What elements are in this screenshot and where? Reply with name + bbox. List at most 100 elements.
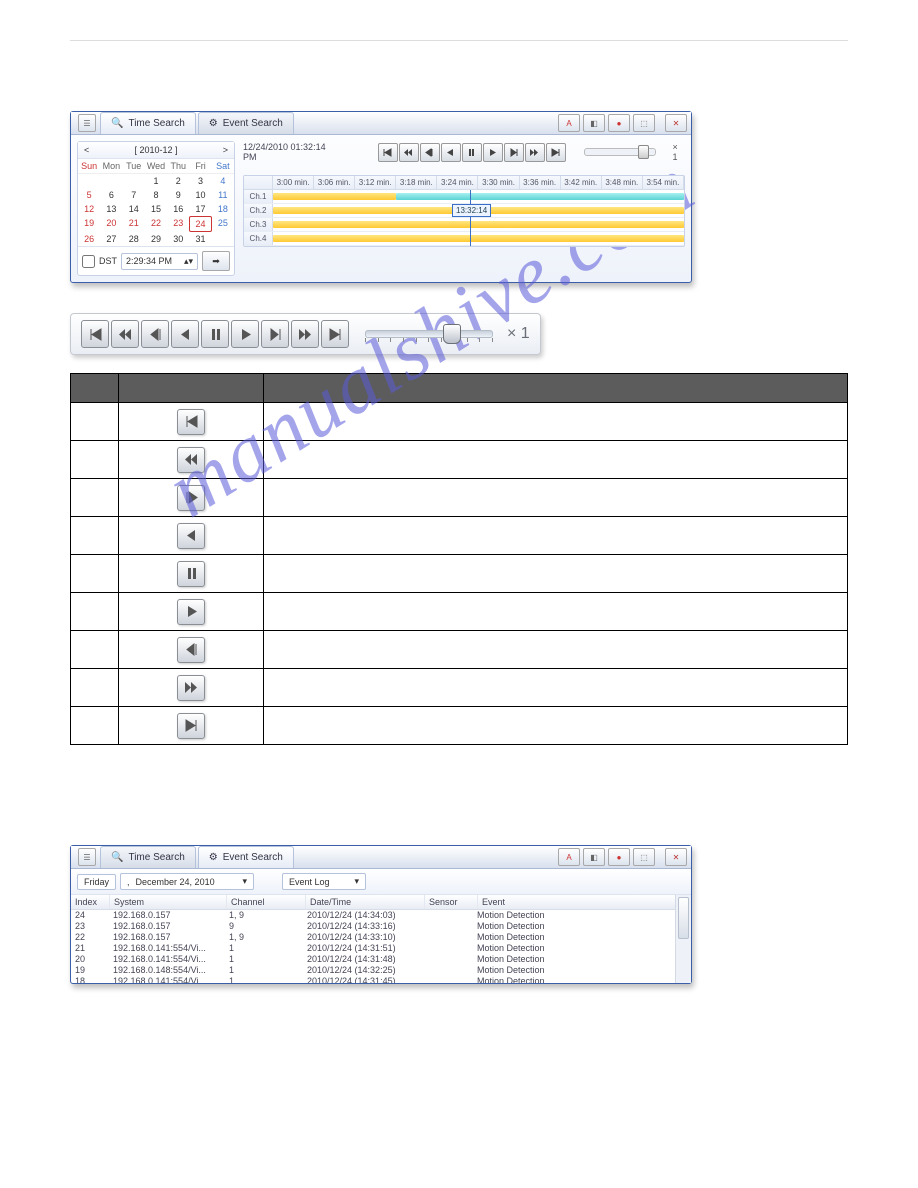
vertical-scrollbar[interactable] <box>675 895 691 983</box>
col-event[interactable]: Event <box>478 895 691 909</box>
skip-end-button[interactable] <box>546 143 566 162</box>
slider-thumb[interactable] <box>638 145 649 159</box>
calendar-day[interactable]: 23 <box>167 216 189 232</box>
tab-event-search[interactable]: ⚙Event Search <box>198 846 294 868</box>
event-row[interactable]: 20192.168.0.141:554/Vi...12010/12/24 (14… <box>71 954 691 965</box>
play-button[interactable] <box>231 320 259 348</box>
calendar-day[interactable]: 17 <box>189 202 211 216</box>
calendar-day[interactable]: 12 <box>78 202 100 216</box>
toolbar-button-2[interactable]: ◧ <box>583 848 605 866</box>
calendar-day[interactable]: 26 <box>78 232 100 246</box>
skip-start-button[interactable] <box>81 320 109 348</box>
col-datetime[interactable]: Date/Time <box>306 895 425 909</box>
close-icon[interactable]: ✕ <box>665 848 687 866</box>
calendar-day[interactable]: 11 <box>212 188 234 202</box>
menu-icon[interactable]: ☰ <box>78 114 96 132</box>
timeline-row[interactable]: Ch.4 <box>244 232 684 246</box>
calendar-day[interactable]: 19 <box>78 216 100 232</box>
dst-checkbox[interactable] <box>82 255 95 268</box>
calendar-day[interactable]: 25 <box>212 216 234 232</box>
play-rev-button[interactable] <box>171 320 199 348</box>
speed-slider[interactable] <box>365 330 493 338</box>
log-select[interactable]: Event Log▾ <box>282 873 366 890</box>
event-row[interactable]: 21192.168.0.141:554/Vi...12010/12/24 (14… <box>71 943 691 954</box>
calendar-day[interactable]: 30 <box>167 232 189 246</box>
calendar-day[interactable]: 24 <box>189 216 211 232</box>
calendar-day[interactable] <box>100 174 122 188</box>
event-row[interactable]: 24192.168.0.1571, 92010/12/24 (14:34:03)… <box>71 910 691 921</box>
step-back-button[interactable] <box>141 320 169 348</box>
calendar-day[interactable] <box>212 232 234 246</box>
event-row[interactable]: 18192.168.0.141:554/Vi...12010/12/24 (14… <box>71 976 691 983</box>
event-row[interactable]: 19192.168.0.148:554/Vi...12010/12/24 (14… <box>71 965 691 976</box>
play-button[interactable] <box>483 143 503 162</box>
col-channel[interactable]: Channel <box>227 895 306 909</box>
tab-time-search[interactable]: 🔍Time Search <box>100 112 196 134</box>
tab-time-search[interactable]: 🔍Time Search <box>100 846 196 868</box>
go-button[interactable]: ➡ <box>202 251 230 271</box>
play-rev-button[interactable] <box>441 143 461 162</box>
prev-month-button[interactable]: < <box>84 145 89 155</box>
toolbar-button-1[interactable]: A <box>558 114 580 132</box>
step-fwd-button[interactable] <box>504 143 524 162</box>
next-month-button[interactable]: > <box>223 145 228 155</box>
menu-icon[interactable]: ☰ <box>78 848 96 866</box>
calendar-day[interactable]: 7 <box>123 188 145 202</box>
speed-slider[interactable] <box>584 148 657 156</box>
tab-event-search[interactable]: ⚙Event Search <box>198 112 294 134</box>
calendar-day[interactable]: 3 <box>189 174 211 188</box>
skip-start-button[interactable] <box>378 143 398 162</box>
step-back-button[interactable] <box>420 143 440 162</box>
calendar-day[interactable]: 16 <box>167 202 189 216</box>
col-sensor[interactable]: Sensor <box>425 895 478 909</box>
calendar-day[interactable]: 31 <box>189 232 211 246</box>
calendar-day[interactable]: 21 <box>123 216 145 232</box>
day-select[interactable]: Friday <box>77 874 116 890</box>
calendar-day[interactable]: 5 <box>78 188 100 202</box>
event-list[interactable]: Index System Channel Date/Time Sensor Ev… <box>71 895 691 983</box>
calendar-day[interactable] <box>78 174 100 188</box>
time-input[interactable]: 2:29:34 PM▴▾ <box>121 253 198 270</box>
toolbar-button-3[interactable]: ● <box>608 114 630 132</box>
scrollbar-thumb[interactable] <box>678 897 689 939</box>
calendar-day[interactable]: 27 <box>100 232 122 246</box>
fast-fwd-button[interactable] <box>291 320 319 348</box>
calendar-day[interactable]: 29 <box>145 232 167 246</box>
toolbar-button-1[interactable]: A <box>558 848 580 866</box>
col-index[interactable]: Index <box>71 895 110 909</box>
event-row[interactable]: 22192.168.0.1571, 92010/12/24 (14:33:10)… <box>71 932 691 943</box>
toolbar-button-2[interactable]: ◧ <box>583 114 605 132</box>
calendar-day[interactable]: 22 <box>145 216 167 232</box>
pause-button[interactable] <box>201 320 229 348</box>
timeline-row[interactable]: Ch.1 <box>244 190 684 204</box>
calendar-day[interactable]: 8 <box>145 188 167 202</box>
calendar-day[interactable]: 9 <box>167 188 189 202</box>
calendar-day[interactable]: 20 <box>100 216 122 232</box>
timeline[interactable]: 3:00 min.3:06 min.3:12 min.3:18 min.3:24… <box>243 175 685 247</box>
date-select[interactable]: , December 24, 2010▾ <box>120 873 254 890</box>
close-icon[interactable]: ✕ <box>665 114 687 132</box>
pause-button[interactable] <box>462 143 482 162</box>
timeline-cursor[interactable] <box>470 190 471 246</box>
calendar-day[interactable]: 15 <box>145 202 167 216</box>
calendar-day[interactable] <box>123 174 145 188</box>
calendar-day[interactable]: 14 <box>123 202 145 216</box>
col-system[interactable]: System <box>110 895 227 909</box>
calendar-day[interactable]: 10 <box>189 188 211 202</box>
calendar-day[interactable]: 18 <box>212 202 234 216</box>
spinner-icon[interactable]: ▴▾ <box>184 256 193 267</box>
fast-fwd-button[interactable] <box>525 143 545 162</box>
calendar-day[interactable]: 6 <box>100 188 122 202</box>
step-fwd-button[interactable] <box>261 320 289 348</box>
calendar-day[interactable]: 13 <box>100 202 122 216</box>
rewind-button[interactable] <box>399 143 419 162</box>
rewind-button[interactable] <box>111 320 139 348</box>
toolbar-button-4[interactable]: ⬚ <box>633 848 655 866</box>
event-row[interactable]: 23192.168.0.15792010/12/24 (14:33:16)Mot… <box>71 921 691 932</box>
timeline-row[interactable]: Ch.3 <box>244 218 684 232</box>
calendar-day[interactable]: 2 <box>167 174 189 188</box>
skip-end-button[interactable] <box>321 320 349 348</box>
calendar-day[interactable]: 28 <box>123 232 145 246</box>
toolbar-button-3[interactable]: ● <box>608 848 630 866</box>
toolbar-button-4[interactable]: ⬚ <box>633 114 655 132</box>
